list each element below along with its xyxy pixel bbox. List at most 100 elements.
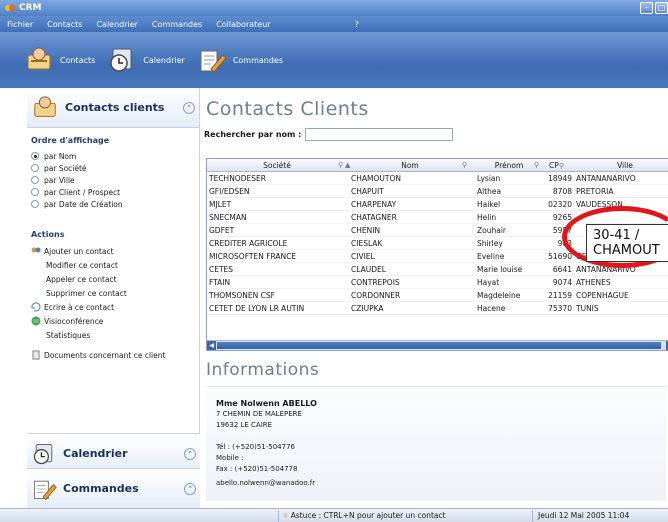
toolbar-commandes-button[interactable]: Commandes: [191, 40, 289, 80]
clock-calendar-icon: [110, 48, 132, 72]
menu-commandes[interactable]: Commandes: [145, 20, 209, 29]
lightbulb-icon: ☼: [282, 511, 289, 520]
order-option-label: par Date de Création: [44, 199, 123, 209]
column-header-ville[interactable]: Ville: [574, 161, 668, 170]
sidebar-commandes-section[interactable]: Commandes ⌃: [27, 468, 200, 508]
cell-nom: CHAPUIT: [351, 186, 384, 196]
maximize-button[interactable]: □: [655, 2, 668, 14]
cell-nom: CLAUDEL: [351, 264, 386, 274]
scroll-left-icon[interactable]: ◀: [207, 341, 216, 350]
status-tip-text: Astuce : CTRL+N pour ajouter un contact: [290, 511, 446, 520]
column-header-nom[interactable]: ▲ Nom ⚲: [345, 161, 469, 170]
order-option-societe[interactable]: par Société: [31, 162, 199, 174]
column-header-prenom[interactable]: Prénom ⚲: [469, 161, 541, 170]
cell-prenom: Althea: [477, 186, 502, 196]
menu-calendrier[interactable]: Calendrier: [89, 20, 145, 29]
contact-mobile: Mobile :: [216, 454, 244, 462]
column-label: Ville: [617, 160, 633, 170]
action-supprimer-contact[interactable]: Supprimer ce contact: [27, 286, 199, 300]
status-divider: [278, 510, 279, 522]
status-tip: ☼ Astuce : CTRL+N pour ajouter un contac…: [282, 511, 446, 520]
order-option-date-creation[interactable]: par Date de Création: [31, 198, 199, 210]
callout-line-1: 30-41 /: [593, 228, 640, 243]
table-row[interactable]: GFI/EDSEN CHAPUIT Althea 8708 PRETORIA: [207, 185, 668, 198]
cell-ville: COPENHAGUE: [576, 290, 629, 300]
scrollbar-thumb[interactable]: [217, 342, 661, 349]
contact-address-2: 19632 LE CAIRE: [216, 421, 273, 429]
column-label: Société: [263, 160, 291, 170]
status-divider: [532, 510, 533, 522]
order-option-label: par Ville: [44, 175, 75, 185]
action-appeler-contact[interactable]: Appeler ce contact: [27, 272, 199, 286]
cell-prenom: Magdeleine: [477, 290, 521, 300]
toolbar-calendrier-button[interactable]: Calendrier: [101, 40, 191, 80]
cell-ville: TUNIS: [576, 303, 599, 313]
table-row[interactable]: FTAIN CONTREPOIS Hayat 9074 ATHENES: [207, 276, 668, 289]
contact-email[interactable]: abello.nolwenn@wanadoo.fr: [216, 479, 315, 487]
order-option-label: par Nom: [44, 151, 77, 161]
cell-cp: 21159: [548, 290, 572, 300]
cell-societe: CETET DE LYON LR AUTIN: [209, 303, 305, 313]
action-modifier-contact[interactable]: Modifier ce contact: [27, 258, 199, 272]
column-header-societe[interactable]: Société ⚲: [207, 161, 345, 170]
action-ecrire-contact[interactable]: Ecrire à ce contact: [27, 300, 199, 314]
cell-prenom: Lysian: [477, 173, 501, 183]
radio-icon: [31, 188, 39, 196]
filter-icon[interactable]: ⚲: [462, 161, 467, 169]
order-heading: Ordre d'affichage: [31, 136, 110, 145]
order-option-label: par Client / Prospect: [44, 187, 121, 197]
action-statistiques[interactable]: Statistiques: [27, 328, 199, 342]
filter-icon[interactable]: ⚲: [338, 161, 343, 169]
cell-nom: CHARPENAY: [351, 199, 397, 209]
action-documents-client[interactable]: Documents concernant ce client: [27, 348, 199, 362]
cell-nom: CHAMOUTON: [351, 173, 401, 183]
search-input[interactable]: [305, 128, 454, 141]
contacts-clients-icon: [34, 95, 56, 117]
cell-societe: CREDITER AGRICOLE: [209, 238, 288, 248]
callout-line-2: CHAMOUT: [593, 243, 660, 258]
cell-societe: FTAIN: [209, 277, 231, 287]
globe-icon: [31, 316, 41, 326]
radio-icon: [31, 164, 39, 172]
table-row[interactable]: THOMSONEN CSF CORDONNER Magdeleine 21159 COP…: [207, 289, 668, 302]
action-visioconference[interactable]: Visioconférence: [27, 314, 199, 328]
contacts-icon: [27, 47, 51, 70]
cell-prenom: Hayat: [477, 277, 500, 287]
table-row[interactable]: CETET DE LYON LR AUTIN CZIUPKA Hacene 75370…: [207, 302, 668, 315]
sidebar-contacts-header[interactable]: Contacts clients ⌃: [27, 88, 199, 128]
expand-chevron-icon[interactable]: ⌃: [184, 447, 196, 460]
action-label: Appeler ce contact: [46, 274, 117, 284]
cell-ville: ANTANANARIVO: [576, 173, 636, 183]
column-label: CP: [549, 160, 559, 170]
filter-icon[interactable]: ⚲: [534, 161, 539, 169]
action-label: Ajouter un contact: [44, 246, 114, 256]
column-header-cp[interactable]: CP⚲: [541, 161, 574, 170]
menu-help[interactable]: ?: [348, 20, 366, 29]
horizontal-scrollbar[interactable]: ◀ ▶: [207, 340, 668, 350]
cell-cp: 51690: [548, 251, 572, 261]
status-date: Jeudi 12 Mai 2005 11:04: [538, 511, 630, 520]
menu-contacts[interactable]: Contacts: [40, 20, 89, 29]
order-option-ville[interactable]: par Ville: [31, 174, 199, 186]
cell-cp: 18949: [548, 173, 572, 183]
actions-heading: Actions: [31, 230, 65, 239]
cell-ville: PRETORIA: [576, 186, 614, 196]
toolbar-contacts-button[interactable]: Contacts: [18, 40, 101, 80]
order-option-client-prospect[interactable]: par Client / Prospect: [31, 186, 199, 198]
main-panel: Contacts Clients Rechercher par nom : So…: [200, 88, 668, 508]
cell-nom: CIVIEL: [351, 251, 375, 261]
menu-fichier[interactable]: Fichier: [0, 20, 40, 29]
expand-chevron-icon[interactable]: ⌃: [184, 482, 196, 495]
sidebar-calendrier-section[interactable]: Calendrier ⌃: [27, 433, 200, 473]
minimize-button[interactable]: –: [640, 2, 653, 14]
cell-ville: ATHENES: [576, 277, 611, 287]
filter-icon[interactable]: ⚲: [559, 162, 564, 170]
collapse-chevron-icon[interactable]: ⌃: [183, 101, 195, 114]
action-ajouter-contact[interactable]: Ajouter un contact: [27, 244, 199, 258]
search-bar: Rechercher par nom :: [204, 128, 454, 141]
menu-collaborateur[interactable]: Collaborateur: [209, 20, 277, 29]
order-option-nom[interactable]: par Nom: [31, 150, 199, 162]
cell-cp: 6641: [552, 264, 572, 274]
cell-nom: CONTREPOIS: [351, 277, 400, 287]
table-row[interactable]: TECHNODESER CHAMOUTON Lysian 18949 ANTANANAR…: [207, 172, 668, 185]
